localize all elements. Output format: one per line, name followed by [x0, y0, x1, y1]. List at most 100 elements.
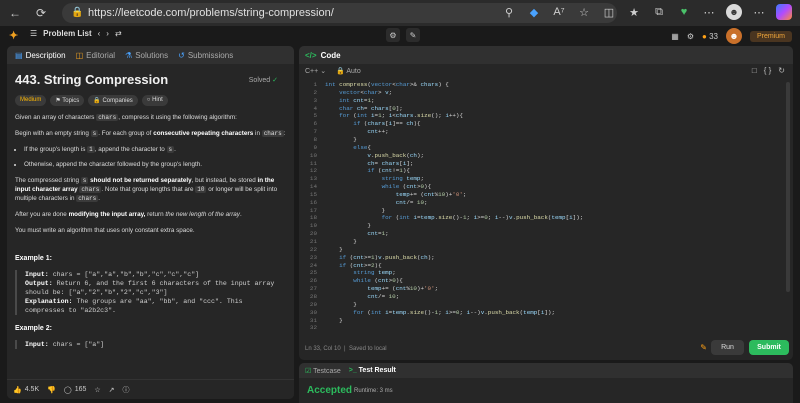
code-line[interactable]: for (int i=1; i<chars.size(); i++){ [325, 112, 463, 119]
bookmark-icon[interactable]: □ [752, 66, 757, 75]
code-line[interactable]: temp+= (cnt%10)+'0'; [325, 191, 467, 198]
code-line[interactable]: if (cnt!=1){ [325, 167, 409, 174]
companies-tag[interactable]: 🔒 Companies [88, 95, 138, 106]
next-problem-icon[interactable]: › [106, 29, 109, 38]
language-select[interactable]: C++ ⌄ [305, 67, 326, 75]
run-button[interactable]: Run [711, 340, 744, 355]
tab-testcase[interactable]: ☑ Testcase [305, 367, 341, 375]
tab-test-result[interactable]: >_ Test Result [349, 367, 396, 374]
refresh-icon[interactable]: ⟳ [30, 2, 52, 24]
streak[interactable]: ● 33 [702, 32, 718, 41]
code-toolbar: C++ ⌄ 🔒 Auto [299, 64, 793, 78]
leetcode-logo-icon[interactable]: ✦ [9, 29, 21, 42]
thumbs-up-icon: 👍 [13, 386, 22, 394]
code-line[interactable]: if (chars[i]== ch){ [325, 120, 420, 127]
zoom-icon[interactable]: ⚲ [501, 4, 517, 20]
note-icon[interactable]: ✎ [700, 343, 707, 352]
example-2-box: Input: chars = ["a"] [15, 340, 286, 349]
share-button[interactable]: ↗ [109, 386, 115, 394]
code-line[interactable]: } [325, 246, 343, 253]
editor-scrollbar[interactable] [786, 82, 790, 292]
code-editor[interactable]: 1 2 3 4 5 6 7 8 9 10 11 12 13 14 15 16 17 18 19 20 21 22 23 24 2… [299, 79, 793, 335]
prev-problem-icon[interactable]: ‹ [98, 29, 101, 38]
code-line[interactable]: vector<char> v; [325, 89, 392, 96]
line-number: 16 [309, 198, 317, 206]
comments-count: 165 [74, 386, 87, 393]
shuffle-icon[interactable]: ⇄ [115, 29, 122, 38]
line-number: 4 [313, 104, 317, 112]
code-line[interactable]: } [325, 222, 371, 229]
copilot-icon[interactable] [776, 4, 792, 20]
profile-avatar[interactable]: ☻ [726, 4, 742, 20]
code-line[interactable]: v.push_back(ch); [325, 152, 424, 159]
code-line[interactable]: } [325, 136, 357, 143]
read-aloud-icon[interactable]: A⁷ [551, 4, 567, 20]
more-icon[interactable]: ⋯ [701, 4, 717, 20]
code-line[interactable]: else{ [325, 144, 371, 151]
code-line[interactable]: int cnt=1; [325, 97, 374, 104]
tab-submissions[interactable]: ↺ Submissions [178, 51, 233, 60]
like-button[interactable]: 👍 4.5K [13, 386, 39, 394]
line-number: 21 [309, 238, 317, 245]
auto-toggle[interactable]: 🔒 Auto [336, 67, 361, 75]
code-line[interactable]: for (int i=temp.size()-1; i>=0; i--)v.pu… [325, 309, 555, 316]
code-line[interactable]: string temp; [325, 269, 395, 276]
difficulty-badge[interactable]: Medium [15, 95, 47, 106]
code-line[interactable]: while (cnt>0){ [325, 183, 432, 190]
browser-icons: ⚲ ◆ A⁷ ☆ ◫ ★ ⧉ ♥ ⋯ ☻ ⋯ [501, 4, 792, 20]
code-line[interactable]: char ch= chars[0]; [325, 105, 403, 112]
back-icon[interactable]: ← [4, 2, 26, 24]
help-button[interactable]: ⓘ [123, 385, 130, 395]
comments-button[interactable]: ◯ 165 [64, 386, 87, 394]
dislike-button[interactable]: 👎 [47, 386, 56, 394]
braces-icon[interactable]: { } [764, 66, 772, 75]
favorite-icon[interactable]: ☆ [576, 4, 592, 20]
tab-solutions[interactable]: ⚗ Solutions [125, 51, 168, 60]
code-line[interactable]: if (cnt>=2){ [325, 262, 381, 269]
code-line[interactable]: string temp; [325, 175, 424, 182]
tab-submissions-label: Submissions [187, 50, 234, 60]
code-line[interactable]: cnt/= 10; [325, 293, 399, 300]
hint-tag[interactable]: ○ Hint [141, 95, 168, 106]
code-line[interactable]: temp+= (cnt%10)+'0'; [325, 285, 438, 292]
submit-button[interactable]: Submit [749, 340, 789, 355]
favorites-bar-icon[interactable]: ★ [626, 4, 642, 20]
notes-icon[interactable]: ✎ [406, 28, 420, 42]
code-line[interactable]: while (cnt>0){ [325, 277, 403, 284]
problem-list-link[interactable]: Problem List [43, 29, 91, 38]
code-line[interactable]: } [325, 238, 357, 245]
settings-more-icon[interactable]: ⋯ [751, 4, 767, 20]
code-line[interactable]: } [325, 301, 357, 308]
ex1-input: chars = ["a","a","b","b","c","c","c"] [52, 271, 200, 278]
settings-icon[interactable]: ⚙ [687, 32, 694, 41]
code-line[interactable]: cnt++; [325, 128, 388, 135]
code-line[interactable]: ch= chars[i]; [325, 160, 413, 167]
ex2-input: chars = ["a"] [52, 341, 105, 348]
health-icon[interactable]: ♥ [676, 4, 692, 20]
code-line[interactable]: } [325, 207, 386, 214]
topics-tag[interactable]: ⚑ Topics [50, 95, 85, 106]
code-line[interactable]: cnt/= 10; [325, 199, 428, 206]
tab-description[interactable]: ▤ Description [15, 51, 66, 60]
user-avatar[interactable]: ☻ [725, 28, 742, 44]
terminal-icon: >_ [348, 367, 357, 374]
collections-icon[interactable]: ⧉ [651, 4, 667, 20]
debug-icon[interactable]: ⚙ [386, 28, 400, 42]
tab-editorial[interactable]: ◫ Editorial [76, 51, 115, 60]
code-line[interactable]: cnt=1; [325, 230, 388, 237]
code-line[interactable]: if (cnt>=1)v.push_back(ch); [325, 254, 435, 261]
p2-bold: consecutive repeating characters [153, 130, 254, 137]
code-line[interactable]: for (int i=temp.size()-1; i>=0; i--)v.pu… [325, 214, 584, 221]
line-number: 6 [313, 120, 317, 128]
code-line[interactable]: int compress(vector<char>& chars) { [325, 81, 449, 88]
layout-icon[interactable]: ▦ [671, 32, 679, 41]
premium-button[interactable]: Premium [749, 30, 792, 42]
split-screen-icon[interactable]: ◫ [601, 4, 617, 20]
extension-icon[interactable]: ◆ [526, 4, 542, 20]
line-number: 26 [309, 277, 317, 285]
problem-title: 443. String Compression [15, 72, 169, 87]
favorite-button[interactable]: ☆ [94, 386, 100, 394]
ex1-output: Return 6, and the first 6 characters of … [56, 280, 275, 287]
code-line[interactable]: } [325, 317, 343, 324]
reset-icon[interactable]: ↻ [778, 66, 785, 75]
